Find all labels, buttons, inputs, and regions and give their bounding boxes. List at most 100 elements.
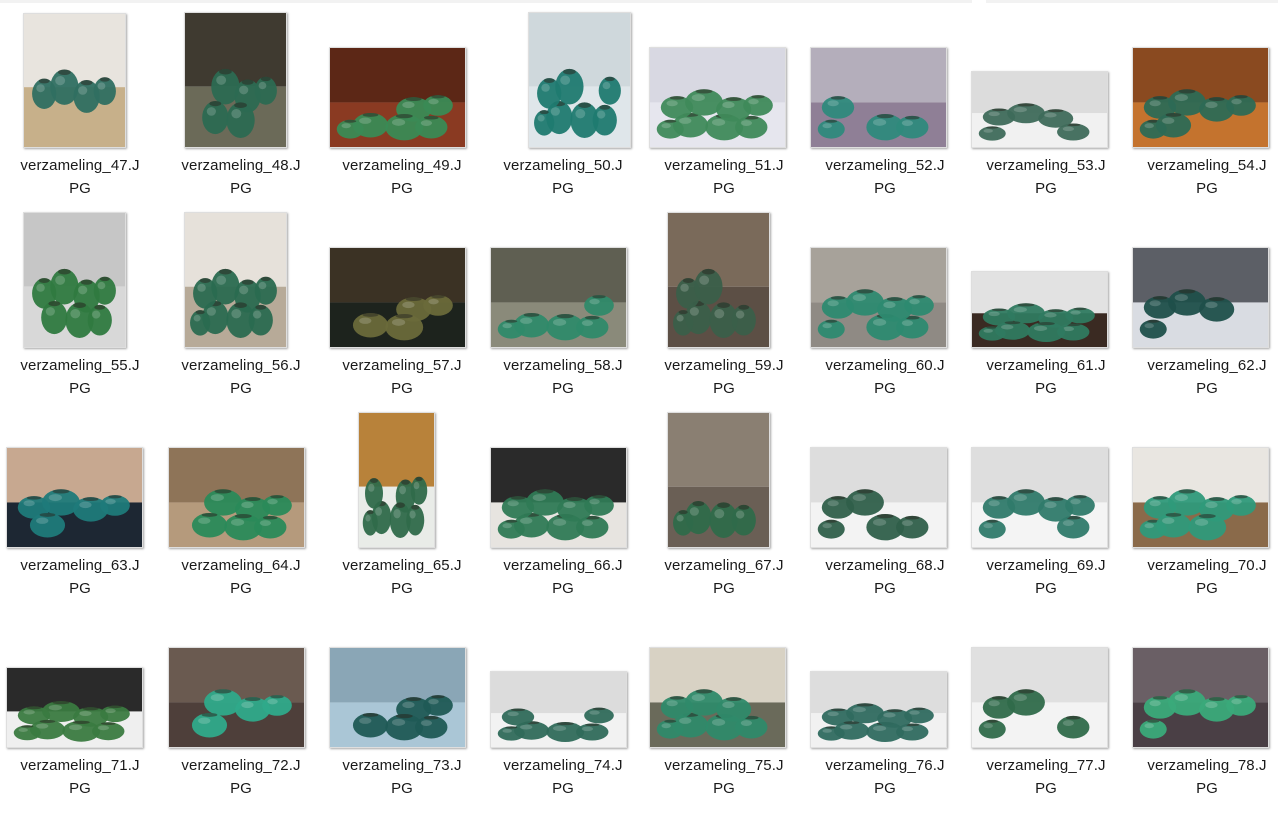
- file-item[interactable]: verzameling_61.J PG: [966, 212, 1126, 412]
- file-name-line-2: PG: [69, 780, 91, 797]
- file-item[interactable]: verzameling_58.J PG: [483, 212, 643, 412]
- file-item[interactable]: verzameling_55.J PG: [0, 212, 160, 412]
- file-name-line-1: verzameling_76.J: [825, 757, 945, 774]
- image-thumbnail[interactable]: [971, 71, 1108, 148]
- file-item[interactable]: verzameling_48.J PG: [161, 12, 321, 212]
- file-name-label: verzameling_51.J PG: [648, 154, 800, 200]
- file-item[interactable]: verzameling_60.J PG: [805, 212, 965, 412]
- thumbnail-area: [644, 212, 804, 352]
- file-name-label: verzameling_60.J PG: [809, 354, 961, 400]
- thumbnail-area: [0, 412, 160, 552]
- image-thumbnail[interactable]: [23, 212, 126, 348]
- image-thumbnail[interactable]: [6, 667, 143, 748]
- file-name-line-1: verzameling_64.J: [181, 557, 301, 574]
- file-name-label: verzameling_48.J PG: [165, 154, 317, 200]
- image-thumbnail[interactable]: [971, 447, 1108, 548]
- file-item[interactable]: verzameling_71.J PG: [0, 612, 160, 812]
- image-thumbnail[interactable]: [184, 212, 287, 348]
- file-item[interactable]: verzameling_62.J PG: [1127, 212, 1278, 412]
- file-item[interactable]: verzameling_53.J PG: [966, 12, 1126, 212]
- file-item[interactable]: verzameling_50.J PG: [483, 12, 643, 212]
- file-item[interactable]: verzameling_57.J PG: [322, 212, 482, 412]
- file-name-label: verzameling_65.J PG: [326, 554, 478, 600]
- image-thumbnail[interactable]: [490, 447, 627, 548]
- file-item[interactable]: verzameling_51.J PG: [644, 12, 804, 212]
- image-thumbnail[interactable]: [184, 12, 287, 148]
- file-item[interactable]: verzameling_67.J PG: [644, 412, 804, 612]
- thumbnail-area: [966, 12, 1126, 152]
- file-name-line-2: PG: [1035, 780, 1057, 797]
- image-thumbnail[interactable]: [649, 47, 786, 148]
- file-name-line-1: verzameling_54.J: [1147, 157, 1267, 174]
- file-name-line-2: PG: [230, 180, 252, 197]
- file-name-label: verzameling_49.J PG: [326, 154, 478, 200]
- image-thumbnail[interactable]: [810, 47, 947, 148]
- image-thumbnail[interactable]: [23, 13, 126, 148]
- file-name-line-1: verzameling_66.J: [503, 557, 623, 574]
- file-name-line-2: PG: [69, 180, 91, 197]
- file-item[interactable]: verzameling_75.J PG: [644, 612, 804, 812]
- image-thumbnail[interactable]: [971, 271, 1108, 348]
- file-item[interactable]: verzameling_77.J PG: [966, 612, 1126, 812]
- file-item[interactable]: verzameling_65.J PG: [322, 412, 482, 612]
- file-item[interactable]: verzameling_73.J PG: [322, 612, 482, 812]
- file-item[interactable]: verzameling_69.J PG: [966, 412, 1126, 612]
- file-name-label: verzameling_62.J PG: [1131, 354, 1278, 400]
- file-item[interactable]: verzameling_64.J PG: [161, 412, 321, 612]
- file-item[interactable]: verzameling_66.J PG: [483, 412, 643, 612]
- file-name-label: verzameling_64.J PG: [165, 554, 317, 600]
- file-item[interactable]: verzameling_76.J PG: [805, 612, 965, 812]
- image-thumbnail[interactable]: [528, 12, 631, 148]
- file-item[interactable]: verzameling_59.J PG: [644, 212, 804, 412]
- image-thumbnail[interactable]: [1132, 647, 1269, 748]
- file-name-label: verzameling_66.J PG: [487, 554, 639, 600]
- file-item[interactable]: verzameling_52.J PG: [805, 12, 965, 212]
- file-item[interactable]: verzameling_72.J PG: [161, 612, 321, 812]
- file-item[interactable]: verzameling_78.J PG: [1127, 612, 1278, 812]
- image-thumbnail[interactable]: [1132, 247, 1269, 348]
- image-thumbnail[interactable]: [329, 47, 466, 148]
- file-name-line-2: PG: [1035, 380, 1057, 397]
- image-thumbnail[interactable]: [667, 412, 770, 548]
- file-name-line-2: PG: [230, 780, 252, 797]
- thumbnail-area: [805, 612, 965, 752]
- file-item[interactable]: verzameling_70.J PG: [1127, 412, 1278, 612]
- image-thumbnail[interactable]: [168, 647, 305, 748]
- image-thumbnail[interactable]: [810, 447, 947, 548]
- image-thumbnail[interactable]: [490, 671, 627, 748]
- image-thumbnail[interactable]: [667, 212, 770, 348]
- image-thumbnail[interactable]: [810, 247, 947, 348]
- image-thumbnail[interactable]: [490, 247, 627, 348]
- image-thumbnail[interactable]: [1132, 47, 1269, 148]
- thumbnail-area: [0, 612, 160, 752]
- file-name-line-1: verzameling_74.J: [503, 757, 623, 774]
- file-item[interactable]: verzameling_47.J PG: [0, 12, 160, 212]
- file-item[interactable]: verzameling_74.J PG: [483, 612, 643, 812]
- file-item[interactable]: verzameling_63.J PG: [0, 412, 160, 612]
- file-name-label: verzameling_56.J PG: [165, 354, 317, 400]
- image-thumbnail[interactable]: [6, 447, 143, 548]
- file-name-line-1: verzameling_56.J: [181, 357, 301, 374]
- image-thumbnail[interactable]: [168, 447, 305, 548]
- file-item[interactable]: verzameling_49.J PG: [322, 12, 482, 212]
- file-name-label: verzameling_69.J PG: [970, 554, 1122, 600]
- file-item[interactable]: verzameling_68.J PG: [805, 412, 965, 612]
- file-item[interactable]: verzameling_56.J PG: [161, 212, 321, 412]
- file-name-label: verzameling_73.J PG: [326, 754, 478, 800]
- file-name-line-1: verzameling_55.J: [20, 357, 140, 374]
- thumbnail-area: [644, 412, 804, 552]
- thumbnail-area: [0, 12, 160, 152]
- image-thumbnail[interactable]: [358, 412, 435, 548]
- thumbnail-area: [161, 612, 321, 752]
- image-thumbnail[interactable]: [329, 247, 466, 348]
- image-thumbnail[interactable]: [1132, 447, 1269, 548]
- thumbnail-area: [322, 412, 482, 552]
- file-item[interactable]: verzameling_54.J PG: [1127, 12, 1278, 212]
- file-name-line-2: PG: [230, 380, 252, 397]
- image-thumbnail[interactable]: [649, 647, 786, 748]
- file-name-line-2: PG: [391, 180, 413, 197]
- image-thumbnail[interactable]: [971, 647, 1108, 748]
- file-name-label: verzameling_71.J PG: [4, 754, 156, 800]
- image-thumbnail[interactable]: [810, 671, 947, 748]
- image-thumbnail[interactable]: [329, 647, 466, 748]
